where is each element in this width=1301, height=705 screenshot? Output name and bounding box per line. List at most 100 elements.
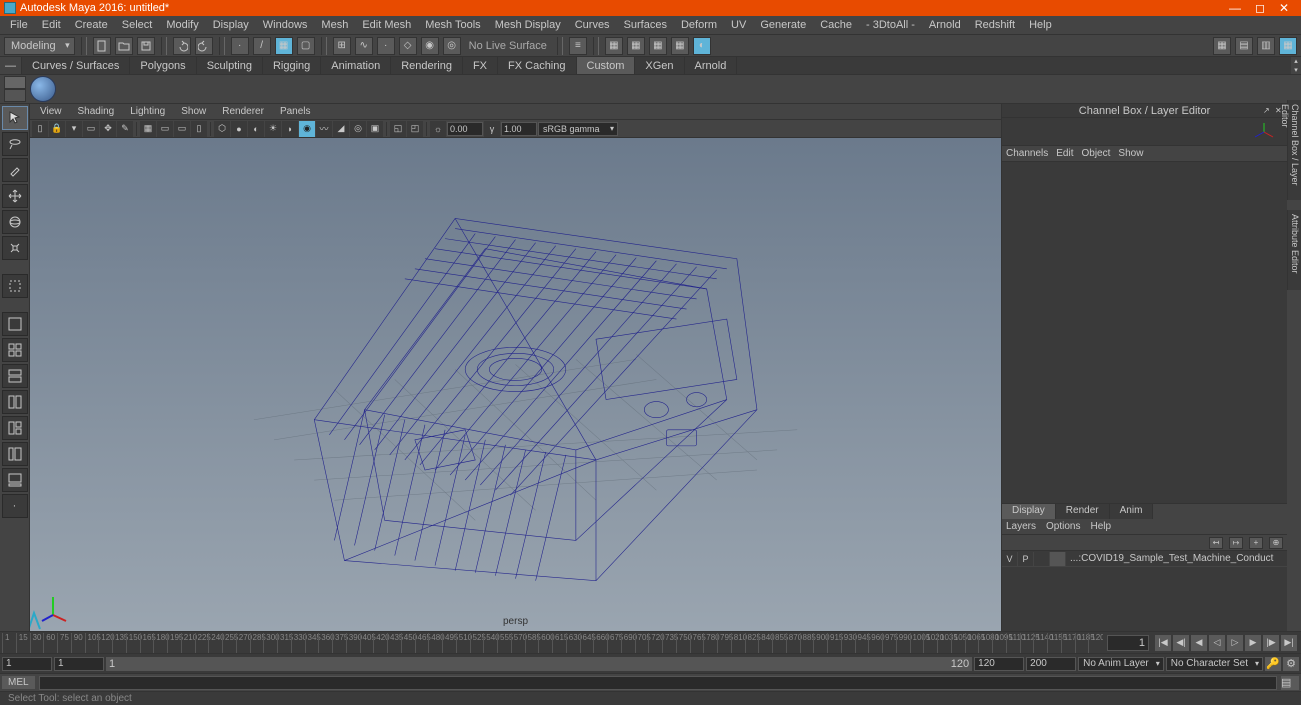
panel-layout-3-button[interactable]: ▥ (1257, 37, 1275, 55)
playback-start-field[interactable]: 1 (54, 657, 104, 671)
snap-curve-button[interactable]: ∿ (355, 37, 373, 55)
render-button[interactable]: ▦ (605, 37, 623, 55)
vp-shaded-button[interactable]: ● (231, 121, 247, 137)
range-track[interactable]: 1120 (106, 657, 972, 671)
menu-modify[interactable]: Modify (160, 17, 204, 33)
snap-grid-button[interactable]: ⊞ (333, 37, 351, 55)
vp-lights-button[interactable]: ☀ (265, 121, 281, 137)
autokey-button[interactable]: 🔑 (1265, 657, 1281, 671)
shelf-tab-custom[interactable]: Custom (577, 57, 636, 74)
vp-xray-button[interactable]: ◱ (390, 121, 406, 137)
select-object-button[interactable]: ▢ (297, 37, 315, 55)
anim-layer-dropdown[interactable]: No Anim Layer (1078, 657, 1164, 671)
playback-end-field[interactable]: 120 (974, 657, 1024, 671)
shelf-tab-rigging[interactable]: Rigging (263, 57, 321, 74)
close-button[interactable]: ✕ (1279, 1, 1289, 15)
character-set-dropdown[interactable]: No Character Set (1166, 657, 1263, 671)
channel-box-side-tab[interactable]: Channel Box / Layer Editor (1287, 100, 1301, 200)
playback-prefs-button[interactable]: ⚙ (1283, 657, 1299, 671)
select-edge-button[interactable]: / (253, 37, 271, 55)
anim-end-field[interactable]: 200 (1026, 657, 1076, 671)
layer-tab-render[interactable]: Render (1056, 504, 1110, 519)
shelf-tab-xgen[interactable]: XGen (635, 57, 684, 74)
menu-file[interactable]: File (4, 17, 34, 33)
menu-uv[interactable]: UV (725, 17, 752, 33)
render-sequence-button[interactable]: ▦ (649, 37, 667, 55)
shelf-tab-polygons[interactable]: Polygons (130, 57, 196, 74)
channel-menu-edit[interactable]: Edit (1056, 148, 1073, 159)
vp-lock-camera-button[interactable]: 🔒 (49, 121, 65, 137)
minimize-button[interactable]: — (1229, 1, 1241, 15)
shelf-tab-animation[interactable]: Animation (321, 57, 391, 74)
layout-custom-button[interactable]: · (2, 494, 28, 518)
step-forward-key-button[interactable]: |▶ (1263, 635, 1279, 651)
shelf-collapse-button[interactable]: — (0, 57, 22, 74)
layer-new-selected-button[interactable]: ⊕ (1269, 537, 1283, 549)
menu-mesh[interactable]: Mesh (315, 17, 354, 33)
layer-move-up-button[interactable]: ↤ (1209, 537, 1223, 549)
render-settings-button[interactable]: ▦ (671, 37, 689, 55)
select-tool[interactable] (2, 106, 28, 130)
menu-mesh-tools[interactable]: Mesh Tools (419, 17, 486, 33)
anim-start-field[interactable]: 1 (2, 657, 52, 671)
shelf-swatch-button[interactable] (4, 76, 26, 102)
step-back-key-button[interactable]: ◀| (1173, 635, 1189, 651)
play-forward-button[interactable]: ▷ (1227, 635, 1243, 651)
maximize-button[interactable]: ◻ (1255, 1, 1265, 15)
layout-four-button[interactable] (2, 338, 28, 362)
vp-gamma-icon[interactable]: γ (484, 121, 500, 137)
layout-two-v-button[interactable] (2, 390, 28, 414)
shelf-tab-sculpting[interactable]: Sculpting (197, 57, 263, 74)
vp-ao-button[interactable]: ◉ (299, 121, 315, 137)
shelf-scroll-down[interactable]: ▾ (1291, 66, 1301, 75)
current-frame-field[interactable]: 1 (1107, 635, 1149, 651)
shelf-tab-fx[interactable]: FX (463, 57, 498, 74)
step-back-button[interactable]: ◀ (1191, 635, 1207, 651)
go-end-button[interactable]: ▶| (1281, 635, 1297, 651)
layer-tab-anim[interactable]: Anim (1110, 504, 1154, 519)
step-forward-button[interactable]: ▶ (1245, 635, 1261, 651)
layer-menu-layers[interactable]: Layers (1006, 521, 1036, 532)
layer-menu-help[interactable]: Help (1090, 521, 1111, 532)
undo-button[interactable] (173, 37, 191, 55)
panel-popout-button[interactable]: ↗ (1263, 106, 1273, 116)
select-face-button[interactable]: ▦ (275, 37, 293, 55)
channel-list[interactable] (1002, 162, 1287, 503)
layer-menu-options[interactable]: Options (1046, 521, 1080, 532)
vp-2d-pan-button[interactable]: ✥ (100, 121, 116, 137)
vp-colorspace-dropdown[interactable]: sRGB gamma (538, 122, 618, 136)
new-scene-button[interactable] (93, 37, 111, 55)
layer-new-empty-button[interactable]: + (1249, 537, 1263, 549)
channel-menu-channels[interactable]: Channels (1006, 148, 1048, 159)
paint-select-tool[interactable] (2, 158, 28, 182)
shelf-item-1[interactable] (30, 76, 56, 102)
layer-display-type-toggle[interactable] (1034, 552, 1050, 566)
vp-film-gate-button[interactable]: ▭ (157, 121, 173, 137)
menu-edit[interactable]: Edit (36, 17, 67, 33)
shelf-tab-rendering[interactable]: Rendering (391, 57, 463, 74)
panel-layout-4-button[interactable]: ▦ (1279, 37, 1297, 55)
layer-playback-toggle[interactable]: P (1018, 552, 1034, 566)
layer-row[interactable]: V P ...:COVID19_Sample_Test_Machine_Cond… (1002, 551, 1287, 567)
vp-bookmark-button[interactable]: ▾ (66, 121, 82, 137)
vp-menu-lighting[interactable]: Lighting (124, 105, 171, 118)
layer-color-swatch[interactable] (1050, 552, 1066, 566)
vp-motion-blur-button[interactable]: 〰 (316, 121, 332, 137)
vp-isolate-button[interactable]: ▣ (367, 121, 383, 137)
vp-aa-button[interactable]: ◢ (333, 121, 349, 137)
layer-name[interactable]: ...:COVID19_Sample_Test_Machine_Conduct (1066, 553, 1277, 564)
view-cube[interactable] (1002, 118, 1287, 146)
shelf-tab-arnold[interactable]: Arnold (685, 57, 738, 74)
menu-display[interactable]: Display (207, 17, 255, 33)
menu--3dtoall-[interactable]: - 3DtoAll - (860, 17, 921, 33)
menu-generate[interactable]: Generate (754, 17, 812, 33)
menu-arnold[interactable]: Arnold (923, 17, 967, 33)
menu-cache[interactable]: Cache (814, 17, 858, 33)
vp-shadows-button[interactable]: ◗ (282, 121, 298, 137)
construction-history-button[interactable]: ≡ (569, 37, 587, 55)
layout-single-button[interactable] (2, 312, 28, 336)
vp-resolution-gate-button[interactable]: ▭ (174, 121, 190, 137)
layout-three-button[interactable] (2, 416, 28, 440)
shelf-scroll-up[interactable]: ▴ (1291, 57, 1301, 66)
time-slider-track[interactable]: 1153060759010512013515016518019521022524… (2, 633, 1103, 653)
